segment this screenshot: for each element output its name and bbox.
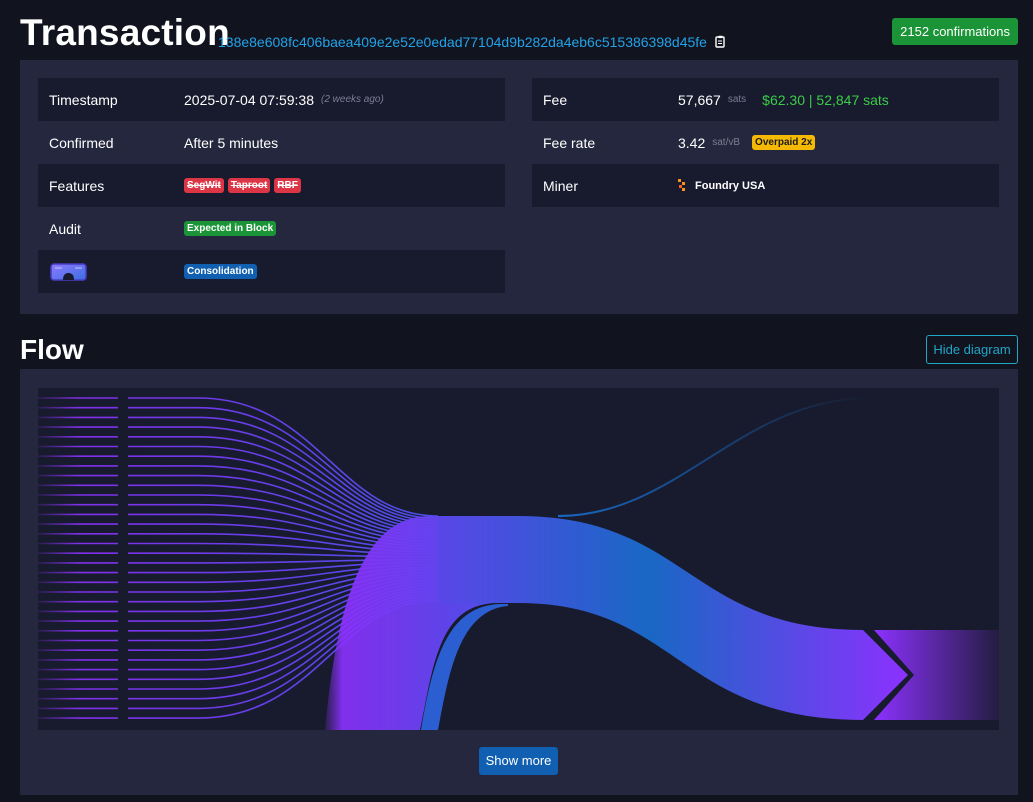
details-right: Fee 57,667 sats $62.30 | 52,847 sats Fee… [532, 78, 999, 207]
fee-output-line [557, 397, 869, 517]
miner-label: Miner [543, 177, 579, 194]
page-title: Transaction [20, 12, 230, 53]
row-audit: Audit Expected in Block [38, 207, 505, 250]
audit-badge[interactable]: Expected in Block [184, 221, 277, 236]
fee-unit: sats [727, 94, 747, 105]
confirmed-label: Confirmed [49, 134, 114, 151]
timestamp-label: Timestamp [49, 91, 118, 108]
input-line[interactable] [38, 484, 439, 540]
row-confirmed: Confirmed After 5 minutes [38, 121, 505, 164]
fee-fiat: $62.30 | 52,847 sats [762, 91, 889, 108]
timestamp-relative: (2 weeks ago) [321, 94, 384, 105]
overpaid-badge[interactable]: Overpaid 2x [752, 135, 816, 150]
row-fee: Fee 57,667 sats $62.30 | 52,847 sats [532, 78, 999, 121]
txid-link[interactable]: 138e8e608fc406baea409e2e52e0edad77104d9b… [218, 34, 707, 50]
confirmed-value: After 5 minutes [184, 134, 279, 151]
flow-diagram[interactable] [38, 388, 999, 730]
timestamp-text: 2025-07-04 07:59:38 [184, 91, 314, 108]
fee-amount: 57,667 [678, 91, 721, 108]
row-features: Features SegWit Taproot RBF [38, 164, 505, 207]
copy-icon[interactable] [715, 35, 727, 49]
fee-rate-amount: 3.42 [678, 134, 706, 151]
row-goggles: Consolidation [38, 250, 505, 293]
transaction-header: Transaction 138e8e608fc406baea409e2e52e0… [20, 12, 1018, 56]
row-fee-rate: Fee rate 3.42 sat/vB Overpaid 2x [532, 121, 999, 164]
row-miner: Miner Foundry USA [532, 164, 999, 207]
audit-label: Audit [49, 220, 81, 237]
details-left: Timestamp 2025-07-04 07:59:38 (2 weeks a… [38, 78, 505, 293]
fee-rate-unit: sat/vB [712, 137, 741, 148]
fee-rate-value: 3.42 sat/vB Overpaid 2x [678, 134, 816, 151]
audit-value: Expected in Block [184, 221, 277, 236]
foundry-logo-icon [678, 179, 685, 191]
fee-value: 57,667 sats $62.30 | 52,847 sats [678, 92, 889, 108]
main-flow [438, 516, 908, 720]
flow-panel: Show more [20, 369, 1018, 795]
flow-svg [38, 397, 999, 730]
fee-label: Fee [543, 91, 568, 108]
flow-title: Flow [20, 334, 84, 365]
details-panel: Timestamp 2025-07-04 07:59:38 (2 weeks a… [20, 60, 1018, 314]
show-more-button[interactable]: Show more [479, 747, 558, 775]
input-line[interactable] [38, 455, 439, 533]
consolidation-badge[interactable]: Consolidation [184, 264, 257, 279]
feature-segwit-badge[interactable]: SegWit [184, 178, 224, 193]
feature-rbf-badge[interactable]: RBF [274, 178, 301, 193]
hide-diagram-button[interactable]: Hide diagram [926, 335, 1018, 364]
timestamp-value: 2025-07-04 07:59:38 (2 weeks ago) [184, 92, 384, 108]
row-timestamp: Timestamp 2025-07-04 07:59:38 (2 weeks a… [38, 78, 505, 121]
input-line[interactable] [38, 406, 439, 520]
fee-rate-label: Fee rate [543, 134, 596, 151]
feature-taproot-badge[interactable]: Taproot [227, 178, 271, 193]
features-value: SegWit Taproot RBF [184, 178, 301, 193]
confirmations-badge: 2152 confirmations [892, 18, 1018, 45]
miner-name: Foundry USA [695, 179, 766, 192]
miner-value[interactable]: Foundry USA [678, 179, 765, 192]
goggles-value: Consolidation [184, 264, 257, 279]
features-label: Features [49, 177, 105, 194]
goggles-icon[interactable] [50, 263, 87, 281]
